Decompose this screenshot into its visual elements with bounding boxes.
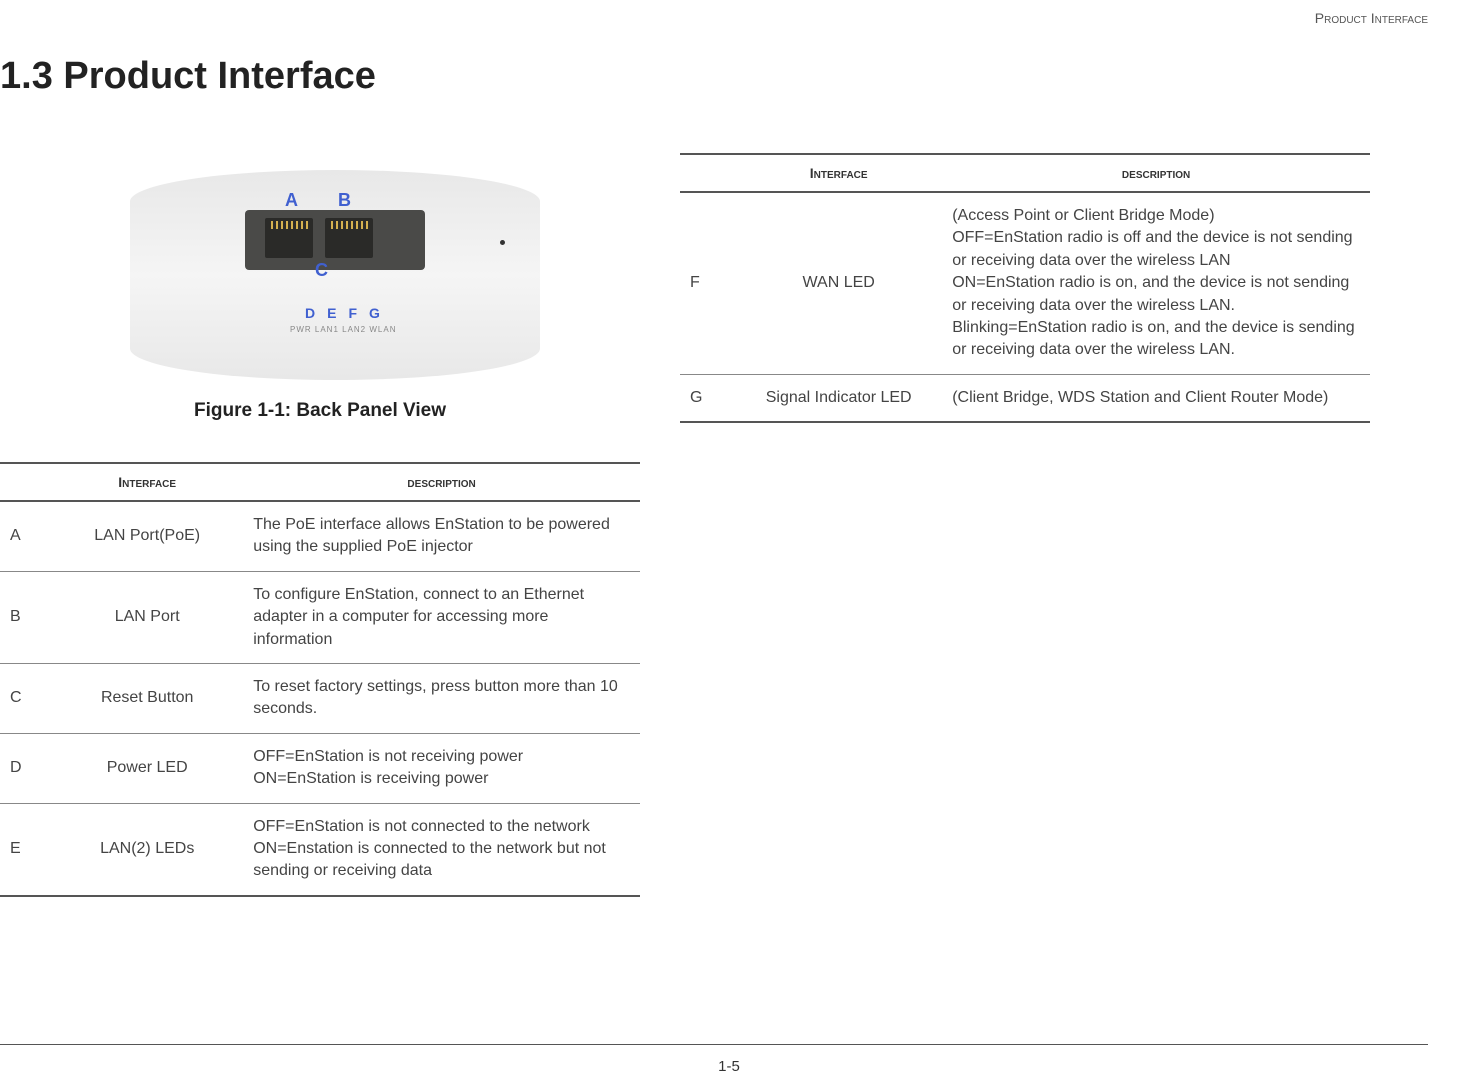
- row-interface: WAN LED: [735, 192, 942, 374]
- led-labels: PWR LAN1 LAN2 WLAN: [290, 325, 396, 334]
- lan-port-poe: [265, 218, 313, 258]
- row-interface: Power LED: [51, 733, 243, 803]
- row-letter: A: [0, 501, 51, 571]
- row-description: The PoE interface allows EnStation to be…: [243, 501, 640, 571]
- section-title: 1.3 Product Interface: [0, 55, 376, 98]
- reset-hole: [500, 240, 505, 245]
- row-letter: B: [0, 571, 51, 663]
- row-letter: F: [680, 192, 735, 374]
- row-interface: LAN(2) LEDs: [51, 803, 243, 896]
- product-figure: A B C D E F G PWR LAN1 LAN2 WLAN: [130, 170, 540, 380]
- interface-table-left: Interface description A LAN Port(PoE) Th…: [0, 462, 640, 897]
- table-row: D Power LED OFF=EnStation is not receivi…: [0, 733, 640, 803]
- header-blank: [680, 154, 735, 192]
- interface-table-right: Interface description F WAN LED (Access …: [680, 153, 1370, 423]
- row-interface: Reset Button: [51, 663, 243, 733]
- callout-g: G: [369, 305, 380, 321]
- callout-c: C: [315, 260, 328, 281]
- callout-f: F: [348, 305, 357, 321]
- row-interface: LAN Port: [51, 571, 243, 663]
- callout-a: A: [285, 190, 298, 211]
- row-letter: D: [0, 733, 51, 803]
- table-row: B LAN Port To configure EnStation, conne…: [0, 571, 640, 663]
- lan-port: [325, 218, 373, 258]
- footer-rule: [0, 1044, 1428, 1045]
- led-callouts: D E F G: [305, 305, 380, 321]
- right-column: Interface description F WAN LED (Access …: [680, 150, 1400, 897]
- callout-b: B: [338, 190, 351, 211]
- port-panel: [245, 210, 425, 270]
- row-letter: E: [0, 803, 51, 896]
- header-description: description: [243, 463, 640, 501]
- row-interface: Signal Indicator LED: [735, 374, 942, 422]
- table-header-row: Interface description: [680, 154, 1370, 192]
- page-number: 1-5: [718, 1058, 740, 1075]
- callout-d: D: [305, 305, 315, 321]
- header-blank: [0, 463, 51, 501]
- row-description: To configure EnStation, connect to an Et…: [243, 571, 640, 663]
- row-description: OFF=EnStation is not receiving powerON=E…: [243, 733, 640, 803]
- table-header-row: Interface description: [0, 463, 640, 501]
- header-description: description: [942, 154, 1370, 192]
- row-description: (Access Point or Client Bridge Mode)OFF=…: [942, 192, 1370, 374]
- header-interface: Interface: [51, 463, 243, 501]
- row-interface: LAN Port(PoE): [51, 501, 243, 571]
- callout-e: E: [327, 305, 336, 321]
- row-description: To reset factory settings, press button …: [243, 663, 640, 733]
- header-section-label: Product Interface: [1315, 10, 1428, 26]
- table-row: E LAN(2) LEDs OFF=EnStation is not conne…: [0, 803, 640, 896]
- figure-caption: Figure 1-1: Back Panel View: [0, 400, 640, 422]
- table-row: A LAN Port(PoE) The PoE interface allows…: [0, 501, 640, 571]
- row-letter: C: [0, 663, 51, 733]
- row-description: OFF=EnStation is not connected to the ne…: [243, 803, 640, 896]
- header-interface: Interface: [735, 154, 942, 192]
- table-row: C Reset Button To reset factory settings…: [0, 663, 640, 733]
- table-row: F WAN LED (Access Point or Client Bridge…: [680, 192, 1370, 374]
- left-column: A B C D E F G PWR LAN1 LAN2 WLAN Figure …: [0, 150, 640, 897]
- table-row: G Signal Indicator LED (Client Bridge, W…: [680, 374, 1370, 422]
- row-description: (Client Bridge, WDS Station and Client R…: [942, 374, 1370, 422]
- content-area: A B C D E F G PWR LAN1 LAN2 WLAN Figure …: [0, 150, 1458, 897]
- row-letter: G: [680, 374, 735, 422]
